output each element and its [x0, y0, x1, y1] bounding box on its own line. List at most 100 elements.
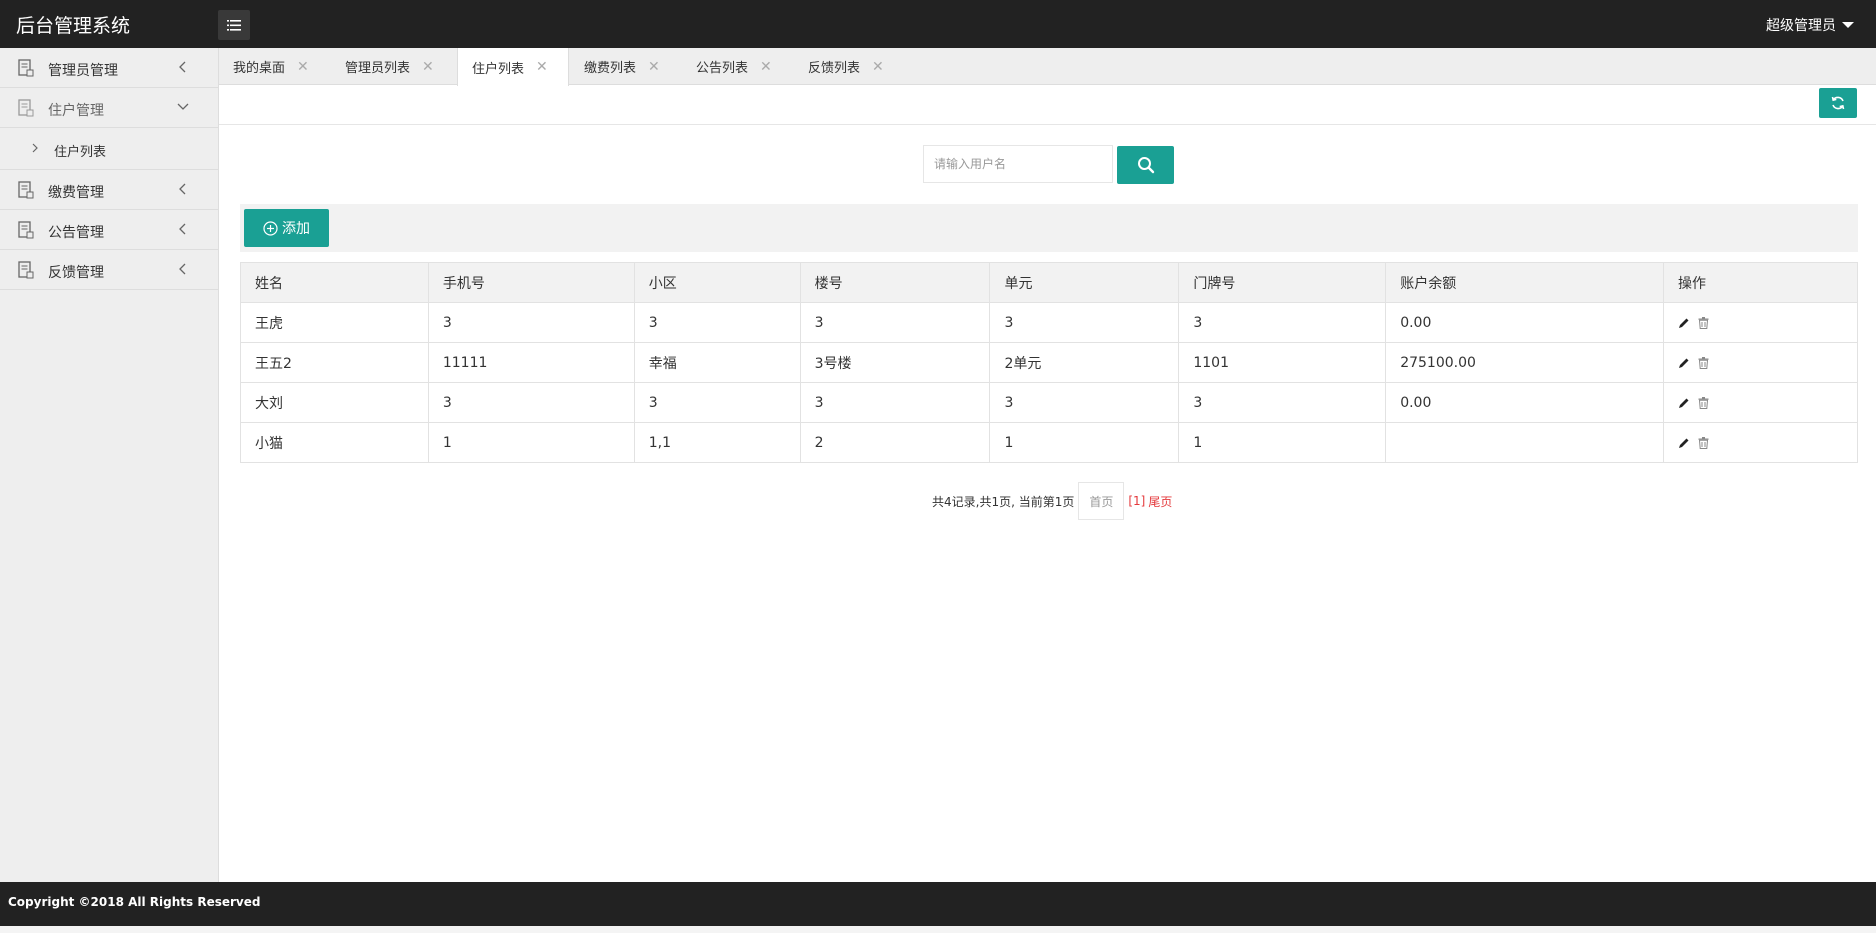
cell-balance: 0.00: [1385, 382, 1665, 423]
sidebar-item-residents[interactable]: 住户管理: [0, 88, 218, 128]
pagination-summary: 共4记录,共1页, 当前第1页: [932, 494, 1075, 509]
cell-door: 1101: [1178, 342, 1387, 383]
table-row: 王五2 11111 幸福 3号楼 2单元 1101 275100.00: [240, 342, 1858, 383]
current-page-link[interactable]: [1]: [1128, 494, 1145, 508]
sidebar-item-admin[interactable]: 管理员管理: [0, 48, 218, 88]
table-row: 小猫 1 1,1 2 1 1: [240, 422, 1858, 463]
cell-name: 小猫: [240, 422, 429, 463]
cell-door: 3: [1178, 302, 1387, 343]
sidebar-subitem-label: 住户列表: [54, 145, 107, 160]
sidebar: 管理员管理 住户管理 住户列表 缴费管理 公告管理 反馈管理: [0, 48, 219, 882]
tab-label: 我的桌面: [233, 61, 286, 76]
trash-icon[interactable]: [1698, 436, 1709, 449]
last-page-link[interactable]: 尾页: [1148, 493, 1172, 510]
tab-admin-list[interactable]: 管理员列表 ✕: [345, 48, 434, 85]
column-header: 门牌号: [1178, 262, 1387, 303]
close-icon[interactable]: ✕: [422, 59, 434, 75]
chevron-left-icon: [179, 61, 186, 73]
pencil-icon[interactable]: [1678, 397, 1690, 409]
bottom-strip: [0, 926, 1876, 933]
sidebar-item-notices[interactable]: 公告管理: [0, 210, 218, 250]
tab-label: 缴费列表: [584, 61, 637, 76]
chevron-right-icon: [32, 143, 38, 153]
sidebar-subitem-resident-list[interactable]: 住户列表: [0, 128, 218, 170]
column-header: 小区: [633, 262, 801, 303]
cell-phone: 11111: [427, 342, 635, 383]
cell-building: 3: [799, 382, 991, 423]
pagination: 共4记录,共1页, 当前第1页 首页 [1] 尾页: [932, 482, 1172, 520]
column-header: 楼号: [799, 262, 991, 303]
tab-desktop[interactable]: 我的桌面 ✕: [233, 48, 309, 85]
cell-actions: [1663, 382, 1858, 423]
cell-name: 王虎: [240, 302, 429, 343]
copyright-text: Copyright ©2018 All Rights Reserved: [8, 895, 261, 909]
close-icon[interactable]: ✕: [648, 59, 660, 75]
cell-door: 3: [1178, 382, 1387, 423]
footer: Copyright ©2018 All Rights Reserved: [0, 882, 1876, 926]
cell-door: 1: [1178, 422, 1387, 463]
column-header: 操作: [1663, 262, 1858, 303]
pencil-icon[interactable]: [1678, 357, 1690, 369]
cell-balance: 0.00: [1385, 302, 1665, 343]
sidebar-item-label: 住户管理: [48, 103, 104, 119]
chevron-down-icon: [177, 103, 189, 110]
search-icon: [1137, 157, 1154, 174]
user-name: 超级管理员: [1766, 18, 1836, 34]
residents-table: 姓名 手机号 小区 楼号 单元 门牌号 账户余额 操作 王虎 3 3 3 3 3…: [240, 262, 1858, 463]
first-page-button[interactable]: 首页: [1078, 482, 1125, 520]
tab-label: 管理员列表: [345, 61, 411, 76]
cell-phone: 1: [427, 422, 635, 463]
column-header: 账户余额: [1385, 262, 1665, 303]
table-toolbar: 添加: [240, 204, 1858, 252]
cell-community: 幸福: [633, 342, 801, 383]
divider: [219, 124, 1876, 125]
document-icon: [18, 59, 34, 77]
cell-unit: 1: [989, 422, 1180, 463]
cell-name: 王五2: [240, 342, 429, 383]
close-icon[interactable]: ✕: [760, 59, 772, 75]
trash-icon[interactable]: [1698, 396, 1709, 409]
search-input[interactable]: [923, 145, 1113, 183]
app-title: 后台管理系统: [16, 15, 131, 37]
close-icon[interactable]: ✕: [536, 59, 548, 75]
tab-feedback-list[interactable]: 反馈列表 ✕: [808, 48, 884, 85]
cell-community: 3: [633, 382, 801, 423]
refresh-icon: [1831, 96, 1845, 110]
cell-unit: 2单元: [989, 342, 1180, 383]
cell-phone: 3: [427, 382, 635, 423]
sidebar-item-label: 管理员管理: [48, 63, 118, 79]
caret-down-icon: [1842, 22, 1854, 28]
pencil-icon[interactable]: [1678, 437, 1690, 449]
pencil-icon[interactable]: [1678, 317, 1690, 329]
sidebar-item-label: 缴费管理: [48, 185, 104, 201]
sidebar-item-feedback[interactable]: 反馈管理: [0, 250, 218, 290]
refresh-button[interactable]: [1819, 88, 1857, 118]
cell-building: 3号楼: [799, 342, 991, 383]
cell-building: 3: [799, 302, 991, 343]
sidebar-item-payments[interactable]: 缴费管理: [0, 170, 218, 210]
menu-toggle-button[interactable]: [218, 10, 250, 40]
cell-community: 3: [633, 302, 801, 343]
tab-label: 公告列表: [696, 61, 749, 76]
table-row: 王虎 3 3 3 3 3 0.00: [240, 302, 1858, 343]
search-button[interactable]: [1117, 146, 1174, 184]
tab-label: 住户列表: [472, 61, 525, 77]
trash-icon[interactable]: [1698, 316, 1709, 329]
add-button[interactable]: 添加: [244, 209, 329, 247]
close-icon[interactable]: ✕: [872, 59, 884, 75]
user-menu[interactable]: 超级管理员: [1766, 15, 1854, 35]
tab-payment-list[interactable]: 缴费列表 ✕: [584, 48, 660, 85]
close-icon[interactable]: ✕: [297, 59, 309, 75]
cell-actions: [1663, 342, 1858, 383]
tab-notice-list[interactable]: 公告列表 ✕: [696, 48, 772, 85]
column-header: 姓名: [240, 262, 429, 303]
document-icon: [18, 261, 34, 279]
add-button-label: 添加: [282, 221, 310, 237]
tab-bar: 我的桌面 ✕ 管理员列表 ✕ 住户列表 ✕ 缴费列表 ✕ 公告列表 ✕ 反馈列表 ✕: [219, 48, 1876, 86]
cell-phone: 3: [427, 302, 635, 343]
trash-icon[interactable]: [1698, 356, 1709, 369]
cell-building: 2: [799, 422, 991, 463]
cell-unit: 3: [989, 302, 1180, 343]
tab-resident-list[interactable]: 住户列表 ✕: [457, 48, 569, 86]
chevron-left-icon: [179, 263, 186, 275]
